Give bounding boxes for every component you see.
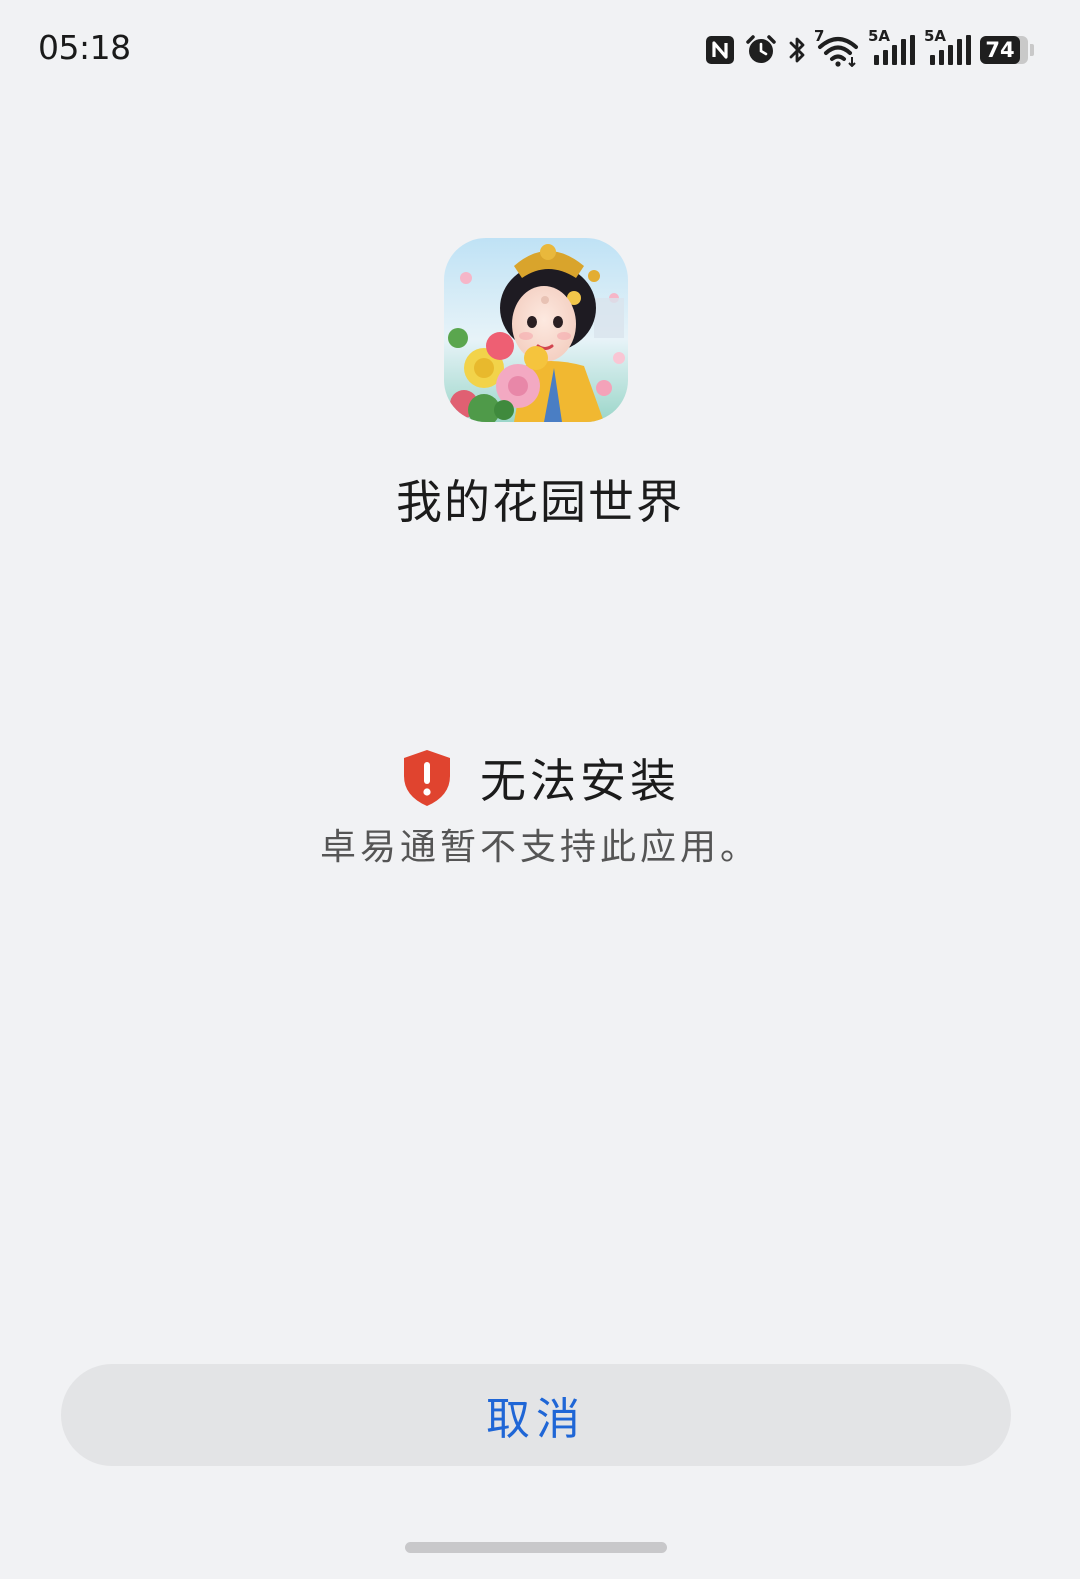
bluetooth-icon xyxy=(786,34,808,66)
error-row: 无法安装 xyxy=(0,745,1080,811)
status-bar: 05:18 7 5A 5A 74 xyxy=(0,0,1080,100)
signal-5a-icon: 5A xyxy=(868,27,916,67)
signal1-badge: 5A xyxy=(868,27,891,45)
app-icon xyxy=(444,238,628,422)
cancel-button[interactable]: 取消 xyxy=(61,1364,1011,1466)
alarm-icon xyxy=(744,33,778,67)
battery-level: 74 xyxy=(980,36,1020,64)
signal-5a-icon: 5A xyxy=(924,27,972,67)
status-time: 05:18 xyxy=(38,28,131,67)
status-icons: 7 5A 5A 74 xyxy=(704,27,1034,70)
cancel-button-label: 取消 xyxy=(486,1395,586,1444)
wifi-badge: 7 xyxy=(814,27,825,45)
wifi-icon: 7 xyxy=(814,27,860,67)
error-description: 卓易通暂不支持此应用。 xyxy=(319,827,760,868)
battery-icon: 74 xyxy=(980,36,1034,64)
error-title: 无法安装 xyxy=(480,754,680,808)
home-indicator[interactable] xyxy=(405,1542,667,1553)
shield-warning-icon xyxy=(400,748,454,808)
signal2-badge: 5A xyxy=(924,27,947,45)
app-name: 我的花园世界 xyxy=(396,475,684,529)
nfc-icon xyxy=(704,34,736,66)
